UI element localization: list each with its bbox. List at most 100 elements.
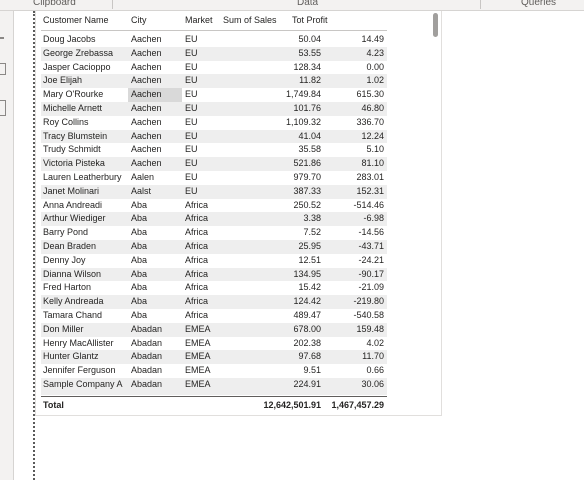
ribbon-group-clipboard: Clipboard <box>33 0 76 8</box>
cell-customer-name: Joe Elijah <box>43 75 83 86</box>
column-header-sum-of-sales[interactable]: Sum of Sales <box>223 15 277 25</box>
total-profit: 1,467,457.29 <box>331 400 384 410</box>
cell-customer-name: Sample Company A <box>43 379 123 389</box>
table-row[interactable]: Dianna Wilson Aba Africa 134.95 -90.17 <box>41 267 387 282</box>
table-row[interactable]: Trudy Schmidt Aachen EU 35.58 5.10 <box>41 143 387 157</box>
cell-market: EU <box>185 34 198 44</box>
table-row[interactable]: Victoria Pisteka Aachen EU 521.86 81.10 <box>41 157 387 171</box>
ribbon-group-queries: Queries <box>521 0 557 8</box>
cell-tot-profit: 4.23 <box>366 47 384 58</box>
cell-sum-of-sales: 50.04 <box>298 34 321 44</box>
cell-city: Aba <box>131 268 148 279</box>
table-row[interactable]: Kelly Andreada Aba Africa 124.42 -219.80 <box>41 295 387 309</box>
cell-market: EMEA <box>185 365 211 376</box>
cell-sum-of-sales: 134.95 <box>293 268 321 279</box>
cell-tot-profit: -219.80 <box>353 296 384 307</box>
cell-customer-name: Janet Molinari <box>43 185 100 196</box>
table-row[interactable]: Anna Andreadi Aba Africa 250.52 -514.46 <box>41 199 387 213</box>
table-row[interactable]: Michelle Arnett Aachen EU 101.76 46.80 <box>41 102 387 116</box>
table-row[interactable]: Tamara Chand Aba Africa 489.47 -540.58 <box>41 309 387 323</box>
column-header-customer-name[interactable]: Customer Name <box>43 15 109 25</box>
cell-city: Aalen <box>131 172 155 182</box>
cell-sum-of-sales: 250.52 <box>293 199 321 210</box>
cell-city: Aba <box>131 310 148 320</box>
cell-city: Aachen <box>131 47 162 58</box>
table-row[interactable]: Fred Harton Aba Africa 15.42 -21.09 <box>41 281 387 295</box>
cell-sum-of-sales: 521.86 <box>293 158 321 169</box>
cell-sum-of-sales: 979.70 <box>293 172 321 182</box>
table-row[interactable]: Don Miller Abadan EMEA 678.00 159.48 <box>41 322 387 337</box>
table-row[interactable]: George Zrebassa Aachen EU 53.55 4.23 <box>41 46 387 61</box>
cell-city: Aachen <box>131 75 162 86</box>
cell-city: Aachen <box>131 34 162 44</box>
table-row[interactable]: Jasper Cacioppo Aachen EU 128.34 0.00 <box>41 61 387 75</box>
vertical-scrollbar-thumb[interactable] <box>433 13 438 37</box>
cell-customer-name: Jennifer Ferguson <box>43 365 116 376</box>
table-row[interactable]: Arthur Wiediger Aba Africa 3.38 -6.98 <box>41 212 387 227</box>
table-row[interactable]: Henry MacAllister Abadan EMEA 202.38 4.02 <box>41 337 387 351</box>
cell-customer-name: Lauren Leatherbury <box>43 172 122 182</box>
cell-customer-name: George Zrebassa <box>43 47 114 58</box>
cell-tot-profit: 12.24 <box>361 130 384 141</box>
table-row[interactable]: Janet Molinari Aalst EU 387.33 152.31 <box>41 184 387 199</box>
table-row[interactable]: Doug Jacobs Aachen EU 50.04 14.49 <box>41 33 387 47</box>
table-row[interactable]: Tracy Blumstein Aachen EU 41.04 12.24 <box>41 129 387 144</box>
column-header-tot-profit[interactable]: Tot Profit <box>292 15 328 25</box>
ribbon-group-labels: Clipboard Data Queries <box>0 0 584 11</box>
cell-sum-of-sales: 9.51 <box>303 365 321 376</box>
cell-market: EU <box>185 103 198 113</box>
table-row[interactable]: Hunter Glantz Abadan EMEA 97.68 11.70 <box>41 350 387 365</box>
table-row[interactable]: Denny Joy Aba Africa 12.51 -24.21 <box>41 254 387 268</box>
cell-market: Africa <box>185 199 209 210</box>
cell-tot-profit: 1.02 <box>366 75 384 86</box>
cell-market: Africa <box>185 254 209 265</box>
cell-tot-profit: 0.00 <box>366 61 384 72</box>
ribbon-group-data: Data <box>297 0 319 8</box>
table-row[interactable]: Dean Braden Aba Africa 25.95 -43.71 <box>41 240 387 254</box>
cell-market: Africa <box>185 296 209 307</box>
column-header-city[interactable]: City <box>131 15 147 25</box>
cell-customer-name: Roy Collins <box>43 116 89 127</box>
cell-sum-of-sales: 387.33 <box>293 185 321 196</box>
cell-tot-profit: -6.98 <box>363 213 384 224</box>
cell-customer-name: Trudy Schmidt <box>43 144 101 155</box>
total-label: Total <box>43 400 64 410</box>
cell-market: Africa <box>185 241 209 251</box>
partially-visible-row <box>41 391 387 395</box>
cell-sum-of-sales: 11.82 <box>299 75 321 86</box>
table-row[interactable]: Sample Company A Abadan EMEA 224.91 30.06 <box>41 378 387 392</box>
cell-city: Aachen <box>131 61 162 72</box>
table-visual[interactable]: Customer Name City Market Sum of Sales T… <box>35 11 442 416</box>
ribbon-separator <box>112 0 113 9</box>
cell-customer-name: Anna Andreadi <box>43 199 103 210</box>
cell-sum-of-sales: 224.91 <box>293 379 321 389</box>
cell-city: Aachen <box>131 158 162 169</box>
cell-sum-of-sales: 489.47 <box>293 310 321 320</box>
cell-market: EU <box>185 89 198 100</box>
cell-customer-name: Tracy Blumstein <box>43 130 108 141</box>
cell-customer-name: Arthur Wiediger <box>43 213 106 224</box>
cell-sum-of-sales: 25.95 <box>298 241 321 251</box>
cell-market: EMEA <box>185 351 211 362</box>
cell-city: Aba <box>131 282 148 293</box>
cell-sum-of-sales: 202.38 <box>293 337 321 348</box>
table-row[interactable]: Joe Elijah Aachen EU 11.82 1.02 <box>41 74 387 89</box>
cell-city: Aachen <box>131 89 162 100</box>
view-switcher-bar <box>0 11 14 480</box>
cell-market: EU <box>185 75 198 86</box>
cell-customer-name: Fred Harton <box>43 282 92 293</box>
model-view-icon[interactable] <box>0 100 6 116</box>
table-row[interactable]: Barry Pond Aba Africa 7.52 -14.56 <box>41 226 387 240</box>
table-row[interactable]: Jennifer Ferguson Abadan EMEA 9.51 0.66 <box>41 364 387 378</box>
data-view-icon[interactable] <box>0 63 6 75</box>
cell-market: EMEA <box>185 379 211 389</box>
column-header-market[interactable]: Market <box>185 15 213 25</box>
table-row[interactable]: Mary O'Rourke Aachen EU 1,749.84 615.30 <box>41 88 387 102</box>
cell-sum-of-sales: 128.34 <box>293 61 321 72</box>
report-view-icon[interactable] <box>0 37 4 39</box>
table-row[interactable]: Roy Collins Aachen EU 1,109.32 336.70 <box>41 116 387 130</box>
cell-tot-profit: 159.48 <box>356 323 384 334</box>
cell-market: Africa <box>185 227 209 238</box>
cell-tot-profit: 615.30 <box>356 89 384 100</box>
table-row[interactable]: Lauren Leatherbury Aalen EU 979.70 283.01 <box>41 171 387 185</box>
